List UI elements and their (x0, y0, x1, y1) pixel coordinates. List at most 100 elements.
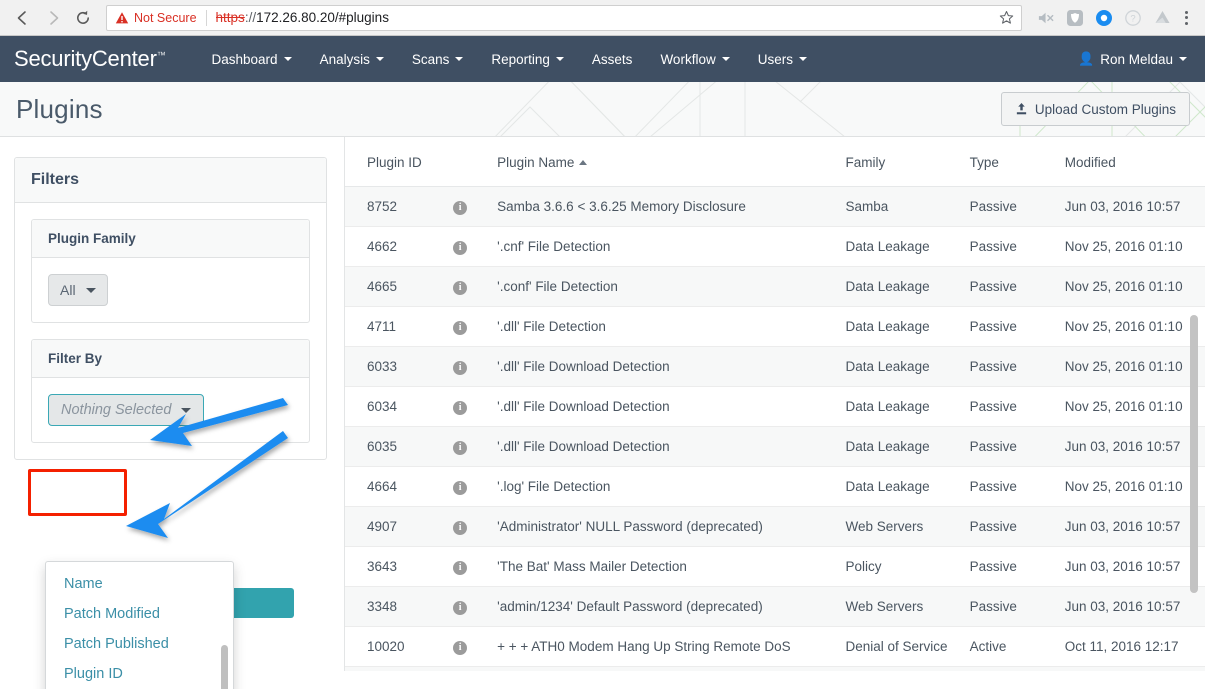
user-menu-label: Ron Meldau (1100, 51, 1173, 67)
nav-item-assets[interactable]: Assets (578, 46, 647, 73)
nav-item-label: Reporting (491, 51, 550, 67)
cell-info: i (443, 346, 488, 387)
info-icon[interactable]: i (453, 601, 468, 615)
cell-plugin-name: + + + ATH0 Modem Hang Up String Remote D… (487, 626, 836, 667)
cell-type: Active (959, 626, 1055, 667)
plugin-family-dropdown[interactable]: All (48, 274, 108, 306)
cell-plugin-id: 8752 (345, 186, 444, 227)
info-icon[interactable]: i (453, 561, 468, 575)
cell-modified: Nov 25, 2016 01:10 (1054, 226, 1205, 267)
nav-item-scans[interactable]: Scans (398, 46, 478, 73)
table-row[interactable]: 4711 i '.dll' File Detection Data Leakage Pa… (345, 306, 1205, 347)
help-circle-icon[interactable]: ? (1123, 8, 1143, 28)
table-scrollbar-thumb[interactable] (1189, 315, 1198, 593)
cell-info: i (443, 386, 488, 427)
nav-items: Dashboard Analysis Scans Reporting Asset… (198, 46, 1079, 73)
plugins-table-area: Plugin ID Plugin Name Family Type Modifi… (345, 137, 1205, 671)
cell-type: Passive (959, 386, 1055, 427)
cell-family: Data Leakage (835, 226, 960, 267)
cell-info: i (443, 306, 488, 347)
nav-item-analysis[interactable]: Analysis (306, 46, 398, 73)
column-header-modified[interactable]: Modified (1054, 137, 1205, 187)
mute-tab-icon[interactable] (1036, 8, 1056, 28)
table-row[interactable]: 4664 i '.log' File Detection Data Leakage Pa… (345, 466, 1205, 507)
apply-filters-button[interactable] (228, 588, 294, 618)
info-icon[interactable]: i (453, 321, 468, 335)
info-icon[interactable]: i (453, 401, 468, 415)
cell-plugin-name: '.log' File Detection (487, 466, 836, 507)
cell-type: Passive (959, 306, 1055, 347)
blue-circle-extension-icon[interactable] (1094, 8, 1114, 28)
back-arrow-icon[interactable] (8, 3, 38, 33)
nav-item-dashboard[interactable]: Dashboard (198, 46, 306, 73)
column-header-plugin-id[interactable]: Plugin ID (345, 137, 444, 187)
table-row[interactable]: 33482i.NET NegotiateStream Server Detect… (345, 666, 1205, 671)
shield-extension-icon[interactable] (1065, 8, 1085, 28)
table-row[interactable]: 3348 i 'admin/1234' Default Password (depr… (345, 586, 1205, 627)
upload-custom-plugins-button[interactable]: Upload Custom Plugins (1000, 92, 1190, 126)
cell-modified: Nov 25, 2016 01:10 (1054, 386, 1205, 427)
cell-modified: Jun 03, 2016 10:57 (1054, 506, 1205, 547)
star-icon[interactable] (995, 7, 1017, 29)
table-row[interactable]: 6034 i '.dll' File Download Detection Data … (345, 386, 1205, 427)
column-header-type[interactable]: Type (959, 137, 1055, 187)
cell-plugin-id: 4907 (345, 506, 444, 547)
info-icon[interactable]: i (453, 441, 468, 455)
filter-by-heading: Filter By (32, 340, 309, 378)
filter-by-dropdown[interactable]: Nothing Selected (48, 394, 205, 426)
filter-by-selected-label: Nothing Selected (61, 402, 172, 418)
table-row[interactable]: 6033 i '.dll' File Download Detection Data … (345, 346, 1205, 387)
filter-by-option-plugin-id[interactable]: Plugin ID (46, 659, 233, 689)
cell-modified: Jun 03, 2016 10:57 (1054, 586, 1205, 627)
url-text: https://172.26.80.20/#plugins (216, 10, 995, 25)
cell-plugin-id: 3643 (345, 546, 444, 587)
table-row[interactable]: 4662 i '.cnf' File Detection Data Leakage Pa… (345, 226, 1205, 267)
info-icon[interactable]: i (453, 641, 468, 655)
chevron-down-icon (555, 57, 564, 61)
filter-by-dropdown-menu[interactable]: Name Patch Modified Patch Published Plug… (45, 561, 234, 689)
table-row[interactable]: 10020 i + + + ATH0 Modem Hang Up String Re… (345, 626, 1205, 667)
brand-logo[interactable]: SecurityCenter™ (14, 46, 166, 72)
forward-arrow-icon (38, 3, 68, 33)
security-status[interactable]: Not Secure (115, 11, 197, 25)
column-header-plugin-name[interactable]: Plugin Name (487, 137, 836, 187)
column-header-family[interactable]: Family (835, 137, 960, 187)
info-icon[interactable]: i (453, 361, 468, 375)
nav-item-reporting[interactable]: Reporting (477, 46, 578, 73)
cell-plugin-name: '.dll' File Download Detection (487, 426, 836, 467)
info-icon[interactable]: i (453, 241, 468, 255)
table-row[interactable]: 3643 i 'The Bat' Mass Mailer Detection Poli… (345, 546, 1205, 587)
filter-by-option-patch-published[interactable]: Patch Published (46, 629, 233, 659)
kebab-menu-icon[interactable] (1175, 8, 1197, 28)
cell-info: i (443, 626, 488, 667)
info-icon[interactable]: i (453, 521, 468, 535)
table-row[interactable]: 4907 i 'Administrator' NULL Password (depr… (345, 506, 1205, 547)
nav-item-users[interactable]: Users (744, 46, 821, 73)
cell-type: Passive (959, 586, 1055, 627)
plugins-table-header: Plugin ID Plugin Name Family Type Modifi… (345, 137, 1205, 187)
address-bar[interactable]: Not Secure https://172.26.80.20/#plugins (106, 4, 1022, 31)
info-icon[interactable]: i (453, 201, 468, 215)
dropdown-scrollbar-thumb[interactable] (221, 645, 228, 689)
filter-by-option-name[interactable]: Name (46, 569, 233, 599)
cell-family: Denial of Service (835, 626, 960, 667)
cell-plugin-name: '.dll' File Download Detection (487, 346, 836, 387)
info-icon[interactable]: i (453, 281, 468, 295)
cell-family: Service detecti... (835, 666, 960, 671)
table-row[interactable]: 4665 i '.conf' File Detection Data Leakage P… (345, 266, 1205, 307)
google-drive-icon[interactable] (1152, 8, 1172, 28)
info-icon[interactable]: i (453, 481, 468, 495)
chevron-down-icon (798, 57, 807, 61)
table-row[interactable]: 6035 i '.dll' File Download Detection Data … (345, 426, 1205, 467)
reload-icon[interactable] (68, 3, 98, 33)
nav-item-label: Dashboard (211, 51, 278, 67)
plugin-family-heading: Plugin Family (32, 220, 309, 258)
filter-by-option-patch-modified[interactable]: Patch Modified (46, 599, 233, 629)
user-menu[interactable]: 👤 Ron Meldau (1078, 51, 1191, 67)
nav-item-workflow[interactable]: Workflow (646, 46, 743, 73)
table-row[interactable]: 8752 i Samba 3.6.6 < 3.6.25 Memory Disclos… (345, 186, 1205, 227)
cell-plugin-name: 'The Bat' Mass Mailer Detection (487, 546, 836, 587)
page-title: Plugins (16, 93, 103, 124)
cell-info: i (443, 426, 488, 467)
filters-panel-body: Plugin Family All Filter By Nothing Sele… (15, 203, 326, 459)
